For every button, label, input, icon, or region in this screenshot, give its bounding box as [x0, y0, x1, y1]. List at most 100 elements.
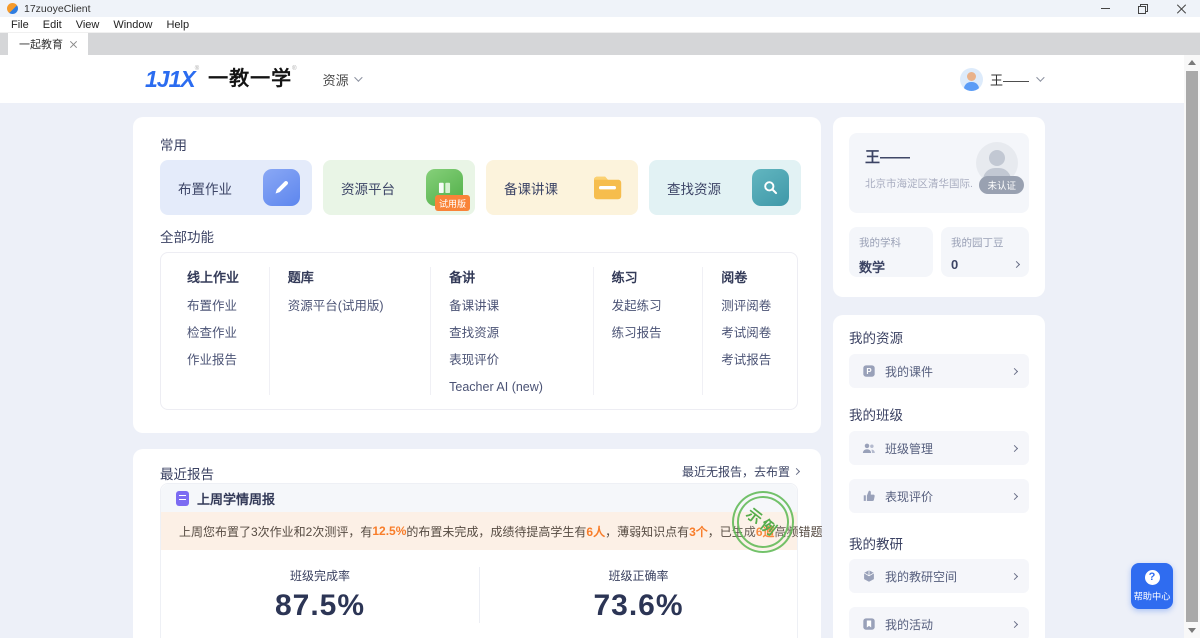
help-center-label: 帮助中心 — [1134, 588, 1171, 602]
sidebar-item-class-management[interactable]: 班级管理 — [849, 431, 1029, 465]
func-item[interactable]: 测评阅卷 — [721, 299, 797, 313]
card-find-resources[interactable]: 查找资源 — [649, 160, 801, 215]
func-item[interactable]: 表现评价 — [449, 353, 592, 367]
go-assign-link-label: 最近无报告，去布置 — [682, 463, 790, 480]
content-area: 1J1X® 一教一学® 资源 王—— 常用 布置作业 — [0, 55, 1184, 638]
card-resource-platform[interactable]: 资源平台 试用版 — [323, 160, 475, 215]
menu-file[interactable]: File — [4, 19, 36, 31]
card-label: 布置作业 — [178, 178, 232, 198]
card-assign-homework[interactable]: 布置作业 — [160, 160, 312, 215]
func-item[interactable]: Teacher AI (new) — [449, 380, 592, 394]
func-item[interactable]: 考试报告 — [721, 353, 797, 367]
section-title-all-functions: 全部功能 — [160, 226, 214, 246]
stat-value: 73.6% — [480, 589, 797, 623]
func-item[interactable]: 作业报告 — [187, 353, 269, 367]
page: 常用 布置作业 资源平台 试用版 — [0, 103, 1184, 638]
panel-common-functions: 常用 布置作业 资源平台 试用版 — [133, 117, 821, 433]
sidebar-item-performance-review[interactable]: 表现评价 — [849, 479, 1029, 513]
trademark: ® — [195, 66, 199, 72]
restore-button[interactable] — [1124, 0, 1162, 17]
scrollbar[interactable] — [1184, 55, 1200, 638]
section-title-common: 常用 — [160, 134, 187, 154]
courseware-icon: P — [861, 364, 876, 379]
help-center-button[interactable]: ? 帮助中心 — [1131, 563, 1173, 609]
tab-yiqijiaoyu[interactable]: 一起教育 — [8, 33, 88, 55]
summary-highlight: 3个 — [689, 523, 708, 540]
user-menu[interactable]: 王—— — [960, 68, 1042, 91]
nav-resource[interactable]: 资源 — [323, 70, 360, 89]
sidebar-item-label: 我的课件 — [885, 363, 933, 380]
chevron-right-icon — [1011, 444, 1018, 451]
card-label: 备课讲课 — [504, 178, 558, 198]
people-icon — [861, 441, 876, 456]
menu-window[interactable]: Window — [106, 19, 159, 31]
minimize-button[interactable] — [1086, 0, 1124, 17]
scroll-up-icon[interactable] — [1188, 60, 1196, 65]
pencil-icon — [263, 169, 300, 206]
panel-recent-report: 最近报告 最近无报告，去布置 上周学情周报 上周您布置了3次作业和2次测评，有1… — [133, 449, 821, 638]
beans-card[interactable]: 我的园丁豆 0 — [941, 227, 1029, 277]
user-name: 王—— — [990, 70, 1029, 89]
tab-close-icon[interactable] — [70, 41, 77, 48]
section-my-resources: 我的资源 — [849, 327, 903, 347]
sidebar-item-my-activities[interactable]: 我的活动 — [849, 607, 1029, 638]
logo-1j1x: 1J1X — [145, 66, 195, 92]
func-col-header: 练习 — [612, 267, 703, 286]
chevron-right-icon — [1013, 261, 1020, 268]
app-header: 1J1X® 一教一学® 资源 王—— — [0, 55, 1184, 103]
close-icon — [1177, 4, 1186, 13]
profile-card[interactable]: 王—— 北京市海淀区清华国际... 未认证 — [849, 133, 1029, 213]
func-item[interactable]: 布置作业 — [187, 299, 269, 313]
subject-card[interactable]: 我的学科 数学 — [849, 227, 933, 277]
menu-view[interactable]: View — [69, 19, 107, 31]
chevron-right-icon — [1011, 492, 1018, 499]
chevron-down-icon — [354, 73, 362, 81]
func-item[interactable]: 考试阅卷 — [721, 326, 797, 340]
card-label: 资源平台 — [341, 178, 395, 198]
window-title: 17zuoyeClient — [24, 3, 91, 15]
scroll-down-icon[interactable] — [1188, 628, 1196, 633]
func-col-practice: 练习 发起练习 练习报告 — [593, 267, 703, 395]
stat-value: 87.5% — [161, 589, 479, 623]
chevron-right-icon — [1011, 367, 1018, 374]
close-button[interactable] — [1162, 0, 1200, 17]
beans-value: 0 — [951, 257, 958, 272]
sidebar-item-label: 我的活动 — [885, 616, 933, 633]
profile-location: 北京市海淀区清华国际... — [865, 176, 973, 191]
chevron-down-icon — [1036, 73, 1044, 81]
func-col-header: 阅卷 — [721, 267, 797, 286]
weekly-report-title: 上周学情周报 — [197, 489, 275, 508]
func-item[interactable]: 查找资源 — [449, 326, 592, 340]
section-my-research: 我的教研 — [849, 533, 903, 553]
func-col-prepare: 备讲 备课讲课 查找资源 表现评价 Teacher AI (new) — [430, 267, 592, 395]
menu-edit[interactable]: Edit — [36, 19, 69, 31]
func-item[interactable]: 发起练习 — [612, 299, 703, 313]
func-col-header: 线上作业 — [187, 267, 269, 286]
summary-text: 上周您布置了3次作业和2次测评，有 — [179, 523, 372, 540]
func-col-grading: 阅卷 测评阅卷 考试阅卷 考试报告 — [702, 267, 797, 395]
all-functions-box: 线上作业 布置作业 检查作业 作业报告 题库 资源平台(试用版) 备讲 备课讲课… — [160, 252, 798, 410]
func-item[interactable]: 资源平台(试用版) — [288, 299, 430, 313]
card-prepare-lesson[interactable]: 备课讲课 — [486, 160, 638, 215]
func-item[interactable]: 备课讲课 — [449, 299, 592, 313]
menu-help[interactable]: Help — [159, 19, 196, 31]
menubar: File Edit View Window Help — [0, 17, 1200, 33]
scrollbar-thumb[interactable] — [1186, 71, 1198, 622]
trademark: ® — [292, 66, 296, 72]
stat-label: 班级完成率 — [161, 567, 479, 584]
func-col-question-bank: 题库 资源平台(试用版) — [269, 267, 430, 395]
svg-text:P: P — [866, 367, 871, 376]
func-item[interactable]: 练习报告 — [612, 326, 703, 340]
func-item[interactable]: 检查作业 — [187, 326, 269, 340]
sidebar-item-my-courseware[interactable]: P 我的课件 — [849, 354, 1029, 388]
beans-value-row: 0 — [951, 257, 1019, 272]
titlebar: 17zuoyeClient — [0, 0, 1200, 17]
quick-cards-row: 布置作业 资源平台 试用版 备课讲课 — [160, 160, 801, 215]
help-icon: ? — [1145, 570, 1160, 585]
sidebar-item-research-space[interactable]: 我的教研空间 — [849, 559, 1029, 593]
weekly-report-card[interactable]: 上周学情周报 上周您布置了3次作业和2次测评，有12.5%的布置未完成，成绩待提… — [160, 483, 798, 638]
chevron-right-icon — [1011, 572, 1018, 579]
sidebar-item-label: 表现评价 — [885, 488, 933, 505]
go-assign-link[interactable]: 最近无报告，去布置 — [682, 463, 799, 480]
summary-text: ，薄弱知识点有 — [605, 523, 689, 540]
